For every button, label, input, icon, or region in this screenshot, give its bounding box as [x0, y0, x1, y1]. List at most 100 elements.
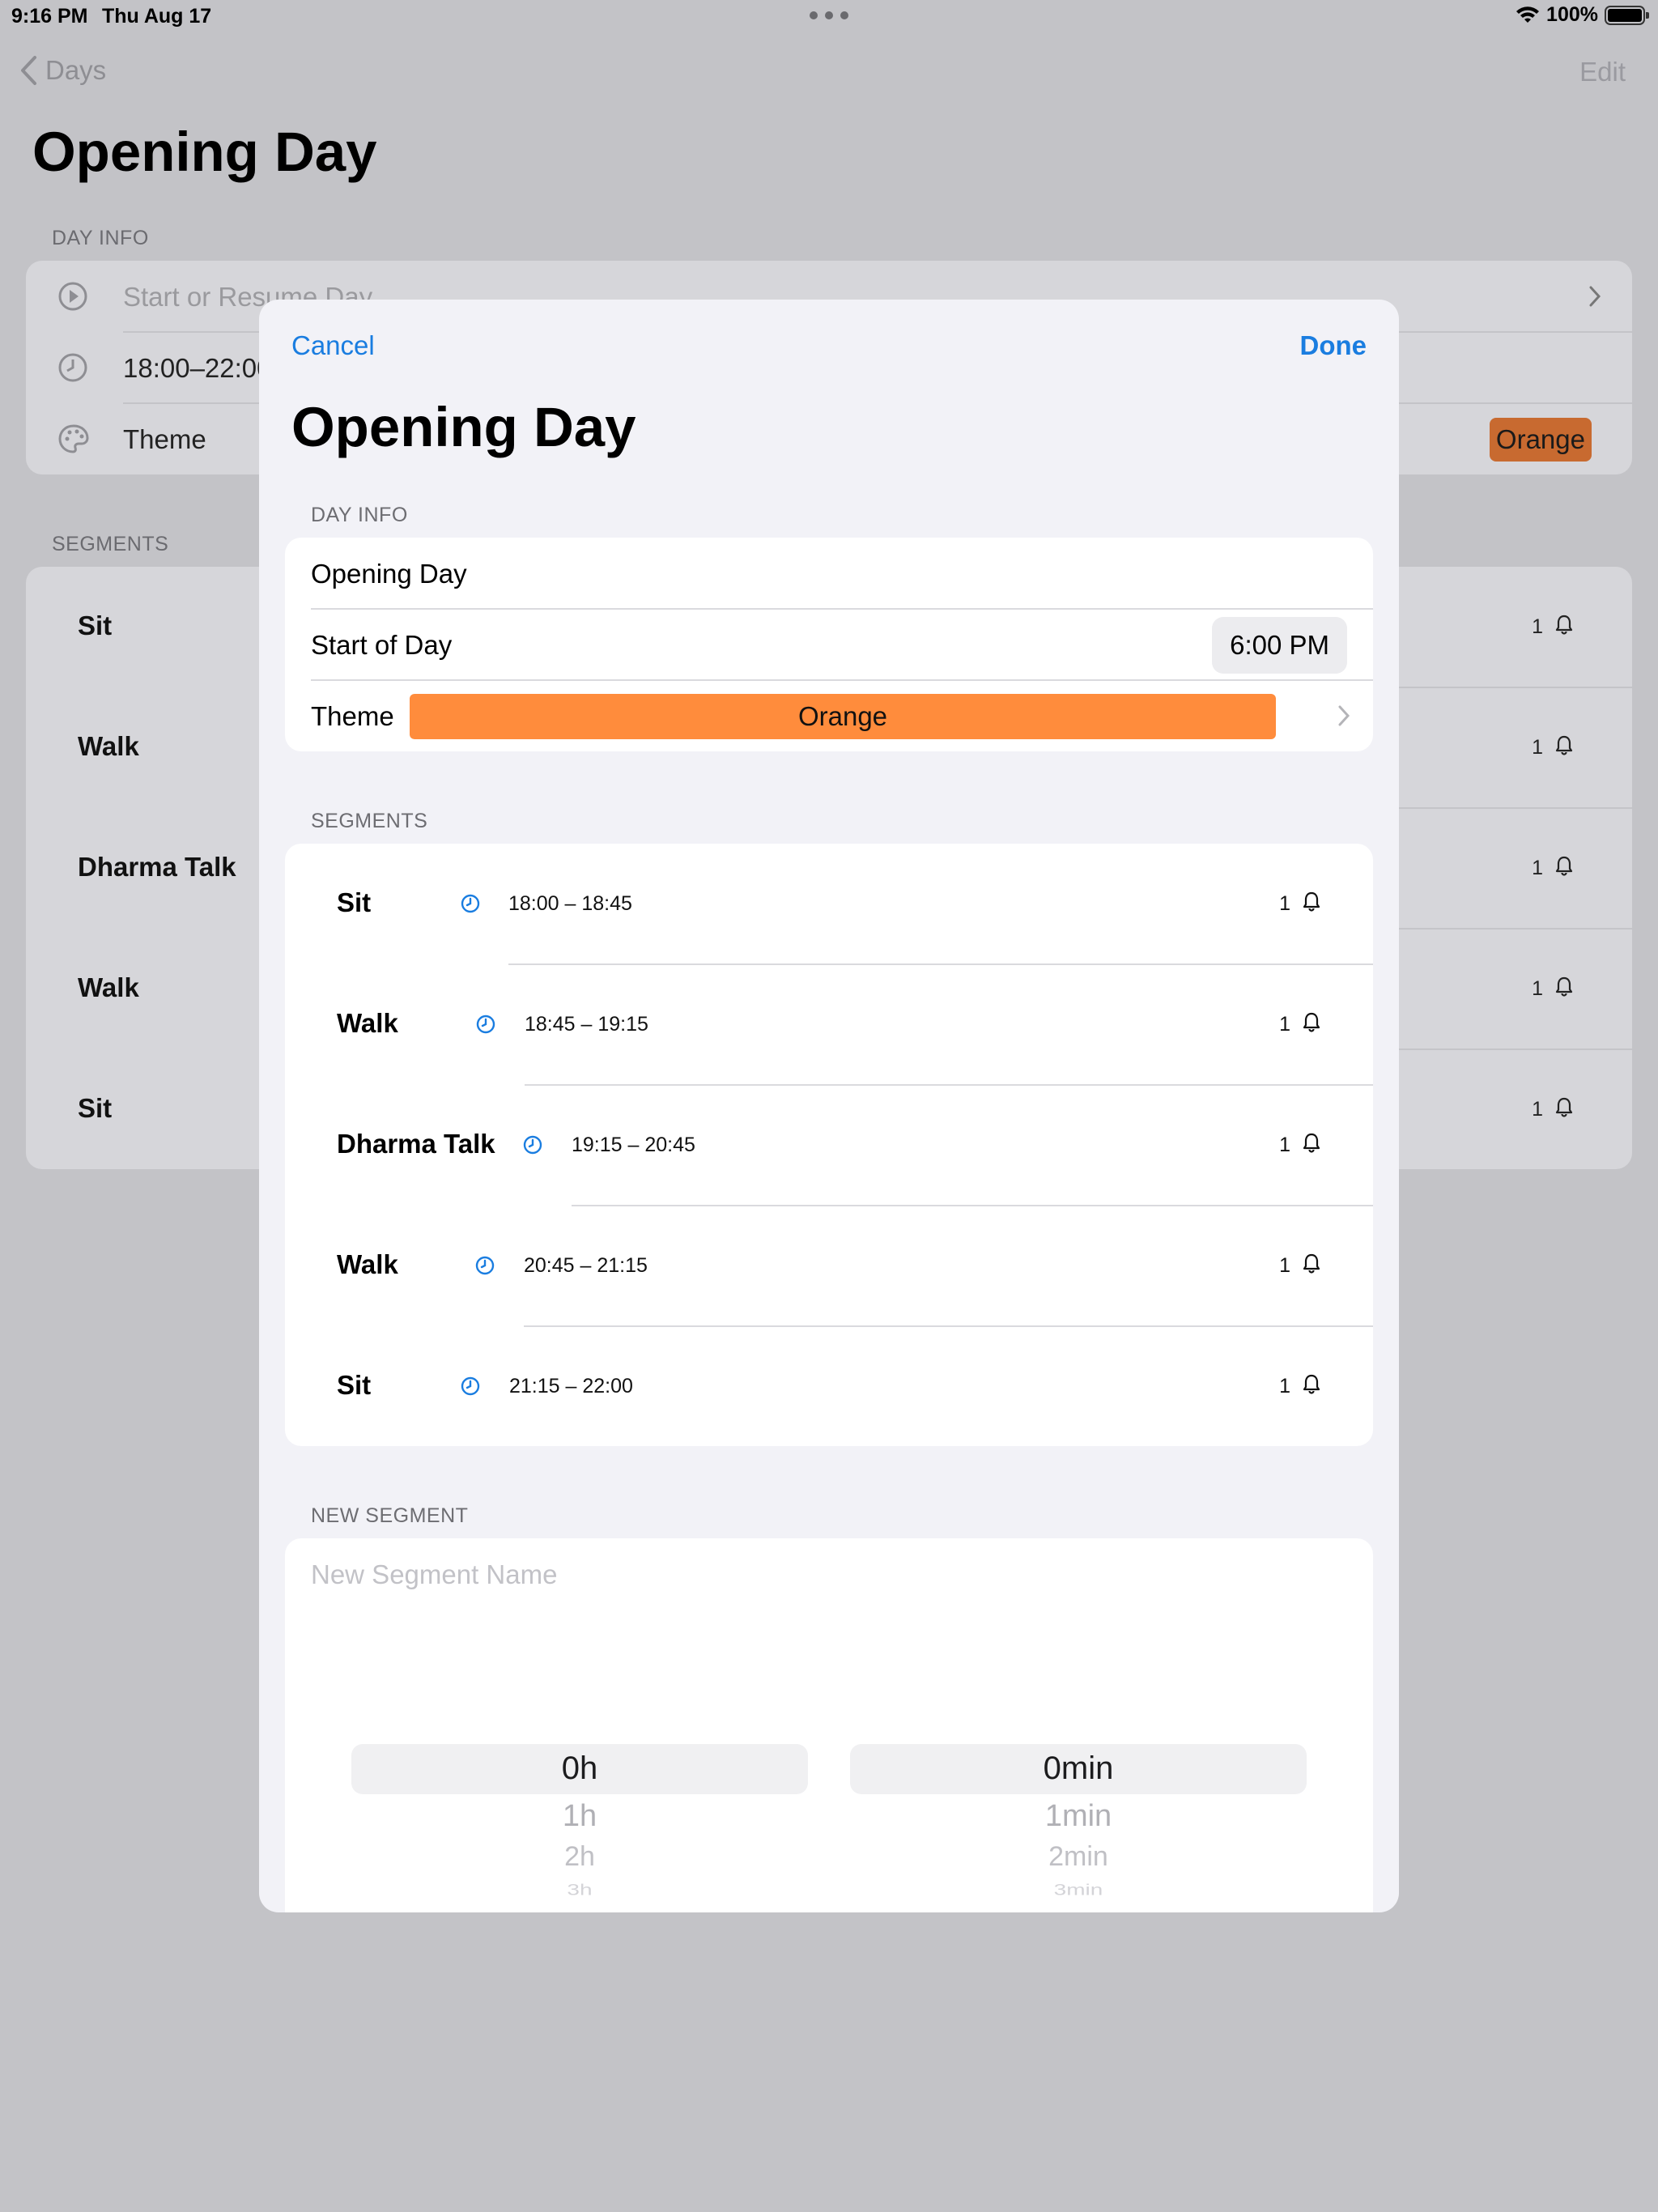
bell-count: 1 — [1532, 736, 1543, 759]
segment-name: Sit — [78, 610, 113, 640]
start-of-day-row: Start of Day 6:00 PM — [285, 609, 1373, 680]
segments-card: Sit 18:00 – 18:45 1 Walk 18:45 – 19:15 1 Dharm… — [285, 844, 1373, 1446]
segment-bell-count: 1 — [1279, 1132, 1321, 1159]
bell-count: 1 — [1279, 1375, 1290, 1397]
bell-count: 1 — [1279, 1254, 1290, 1277]
back-button[interactable]: Days — [19, 55, 106, 86]
segment-row[interactable]: Sit 21:15 – 22:00 1 — [285, 1326, 1373, 1446]
status-time: 9:16 PM — [11, 5, 88, 28]
picker-item[interactable]: 0min — [850, 1750, 1307, 1787]
cancel-button[interactable]: Cancel — [291, 330, 375, 361]
sheet-title: Opening Day — [291, 396, 636, 458]
segment-name: Sit — [337, 887, 372, 917]
picker-item[interactable]: 3h — [351, 1881, 808, 1899]
segment-name: Sit — [337, 1370, 372, 1400]
bell-icon — [1554, 1096, 1574, 1123]
segment-name: Sit — [78, 1093, 113, 1123]
segments-header: SEGMENTS — [311, 810, 428, 832]
done-button[interactable]: Done — [1300, 330, 1367, 361]
theme-color-bar[interactable]: Orange — [410, 694, 1276, 739]
bell-icon — [1302, 1253, 1321, 1279]
day-name-row[interactable]: Opening Day — [285, 538, 1373, 609]
picker-item[interactable]: 2h — [351, 1841, 808, 1873]
bell-icon — [1554, 734, 1574, 761]
segment-time-range: 21:15 – 22:00 — [509, 1375, 633, 1397]
new-segment-name-input[interactable]: New Segment Name — [311, 1559, 557, 1590]
segment-bell-count: 1 — [1532, 1096, 1574, 1123]
segments-header: SEGMENTS — [52, 533, 169, 555]
segment-bell-count: 1 — [1532, 855, 1574, 882]
picker-item[interactable]: 3min — [850, 1881, 1307, 1899]
theme-badge: Orange — [1489, 418, 1592, 462]
segment-name: Walk — [337, 1249, 398, 1279]
segment-row[interactable]: Walk 20:45 – 21:15 1 — [285, 1206, 1373, 1326]
segment-bell-count: 1 — [1532, 614, 1574, 640]
battery-percentage: 100% — [1546, 3, 1598, 26]
picker-item[interactable]: 2min — [850, 1841, 1307, 1873]
clock-icon — [475, 1014, 496, 1039]
theme-row[interactable]: Theme Orange — [285, 680, 1373, 751]
segment-time-range: 20:45 – 21:15 — [524, 1254, 648, 1277]
bell-count: 1 — [1532, 857, 1543, 879]
bell-count: 1 — [1532, 977, 1543, 1000]
bell-icon — [1302, 891, 1321, 917]
edit-button[interactable]: Edit — [1579, 57, 1626, 87]
multitasking-dots-icon[interactable] — [810, 11, 848, 19]
segment-bell-count: 1 — [1279, 1373, 1321, 1400]
picker-item[interactable]: 0h — [351, 1750, 808, 1787]
segment-time-range: 19:15 – 20:45 — [572, 1134, 695, 1156]
bell-count: 1 — [1279, 1013, 1290, 1036]
theme-label: Theme — [123, 424, 206, 454]
new-segment-header: NEW SEGMENT — [311, 1504, 469, 1527]
day-info-card: Opening Day Start of Day 6:00 PM Theme O… — [285, 538, 1373, 751]
segment-bell-count: 1 — [1279, 891, 1321, 917]
segment-row[interactable]: Dharma Talk 19:15 – 20:45 1 — [285, 1085, 1373, 1206]
chevron-right-icon — [1588, 285, 1601, 312]
picker-item[interactable]: 1h — [351, 1799, 808, 1834]
hours-picker[interactable]: 0h 1h 2h 3h — [351, 1744, 808, 1906]
start-of-day-label: Start of Day — [311, 630, 453, 660]
clock-icon — [460, 1376, 481, 1401]
clock-icon — [460, 893, 481, 918]
clock-icon — [57, 351, 89, 388]
bell-icon — [1554, 855, 1574, 882]
day-info-header: DAY INFO — [52, 227, 149, 249]
segment-name: Dharma Talk — [337, 1129, 495, 1159]
segment-row[interactable]: Sit 18:00 – 18:45 1 — [285, 844, 1373, 964]
segment-name: Walk — [78, 731, 139, 761]
picker-item[interactable]: 1min — [850, 1799, 1307, 1834]
page-title: Opening Day — [32, 121, 377, 183]
bell-count: 1 — [1279, 1134, 1290, 1156]
bell-count: 1 — [1532, 615, 1543, 638]
navigation-bar: Days Edit — [0, 49, 1658, 97]
segment-bell-count: 1 — [1532, 734, 1574, 761]
clock-icon — [522, 1134, 543, 1159]
segment-bell-count: 1 — [1279, 1011, 1321, 1038]
day-info-header: DAY INFO — [311, 504, 408, 526]
bell-icon — [1302, 1132, 1321, 1159]
bell-icon — [1302, 1373, 1321, 1400]
bell-icon — [1554, 614, 1574, 640]
bell-count: 1 — [1279, 892, 1290, 915]
clock-icon — [474, 1255, 495, 1280]
segment-bell-count: 1 — [1279, 1253, 1321, 1279]
bell-count: 1 — [1532, 1098, 1543, 1121]
day-name-field[interactable]: Opening Day — [311, 559, 467, 589]
minutes-picker[interactable]: 0min 1min 2min 3min — [850, 1744, 1307, 1906]
segment-name: Dharma Talk — [78, 852, 236, 882]
segment-time-range: 18:00 – 18:45 — [508, 892, 632, 915]
play-circle-icon — [57, 280, 89, 317]
segment-bell-count: 1 — [1532, 976, 1574, 1002]
new-segment-card: New Segment Name 0h 1h 2h 3h 0min 1min 2… — [285, 1538, 1373, 1912]
status-date: Thu Aug 17 — [102, 5, 212, 28]
segment-name: Walk — [337, 1008, 398, 1038]
chevron-right-icon — [1337, 704, 1350, 731]
theme-label: Theme — [311, 701, 394, 731]
bell-icon — [1554, 976, 1574, 1002]
segment-time-range: 18:45 – 19:15 — [525, 1013, 648, 1036]
palette-icon — [57, 423, 91, 459]
status-bar: 9:16 PM Thu Aug 17 100% — [0, 0, 1658, 32]
battery-icon — [1605, 5, 1649, 25]
segment-row[interactable]: Walk 18:45 – 19:15 1 — [285, 964, 1373, 1085]
start-time-picker[interactable]: 6:00 PM — [1212, 617, 1347, 674]
